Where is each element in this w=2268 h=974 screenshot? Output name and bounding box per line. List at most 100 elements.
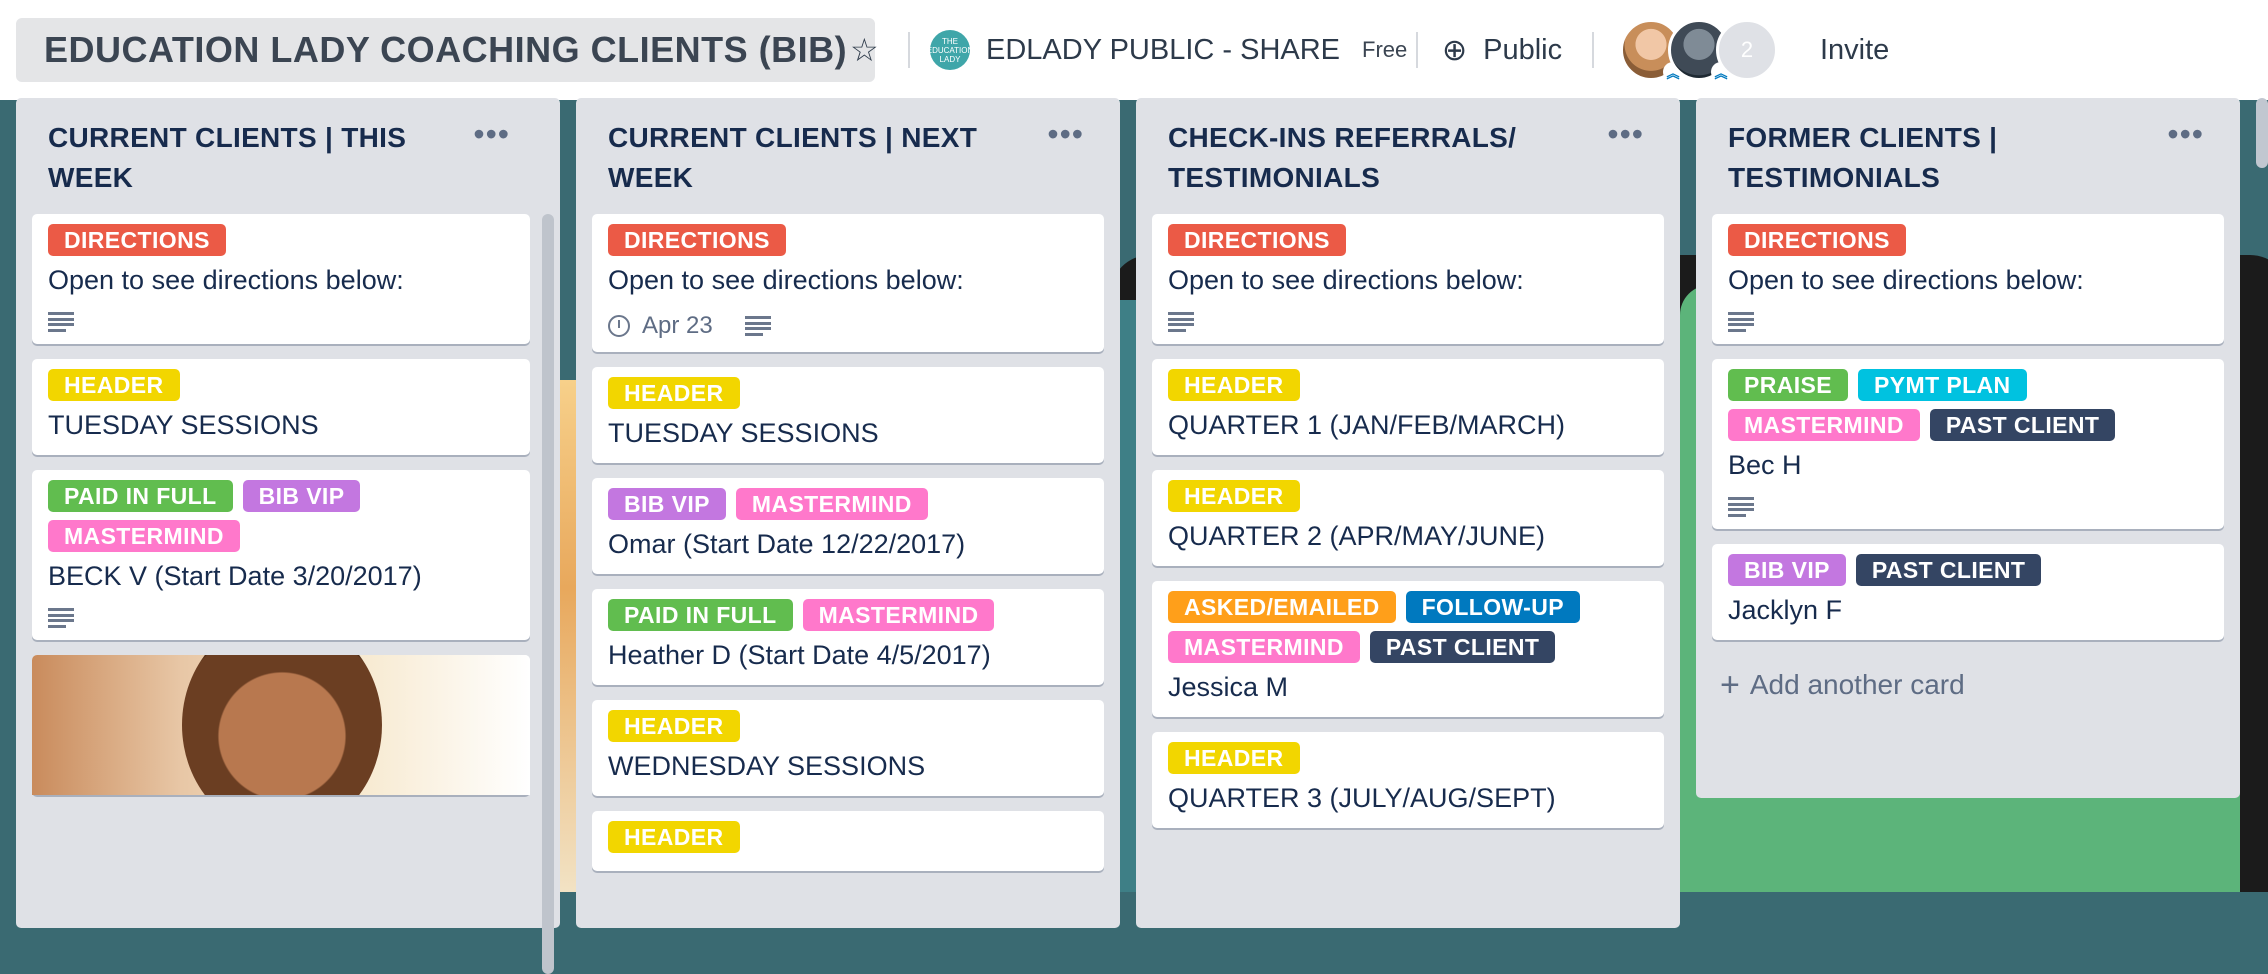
card-labels: PAID IN FULL MASTERMIND	[608, 599, 1088, 631]
list-scrollbar[interactable]	[542, 214, 554, 974]
team-button[interactable]: THE EDUCATION LADY EDLADY PUBLIC - SHARE…	[927, 20, 1407, 80]
card-labels: DIRECTIONS	[608, 224, 1088, 256]
card-label[interactable]: PAST CLIENT	[1855, 554, 2042, 586]
list-title[interactable]: CHECK-INS REFERRALS/ TESTIMONIALS	[1168, 118, 1568, 198]
card-labels: PAID IN FULL BIB VIP MASTERMIND	[48, 480, 514, 552]
card-badges	[48, 608, 514, 628]
card-label[interactable]: MASTERMIND	[1728, 409, 1920, 441]
card-label[interactable]: PAID IN FULL	[48, 480, 233, 512]
board-title[interactable]: EDUCATION LADY COACHING CLIENTS (BIB)	[16, 18, 876, 82]
card-labels: DIRECTIONS	[1168, 224, 1648, 256]
page-scrollbar[interactable]	[2256, 98, 2268, 168]
list-card[interactable]: HEADER QUARTER 3 (JULY/AUG/SEPT)	[1152, 732, 1664, 828]
card-label[interactable]: ASKED/EMAILED	[1168, 591, 1396, 623]
list-card[interactable]: PRAISE PYMT PLAN MASTERMIND PAST CLIENT Bec …	[1712, 359, 2224, 529]
card-title: Heather D (Start Date 4/5/2017)	[608, 640, 991, 670]
card-title: BECK V (Start Date 3/20/2017)	[48, 561, 422, 591]
header-divider	[1592, 32, 1594, 68]
card-label[interactable]: HEADER	[608, 377, 740, 409]
add-card-button[interactable]: + Add another card	[1712, 655, 2224, 715]
list-title[interactable]: CURRENT CLIENTS | THIS WEEK	[48, 118, 448, 198]
list-card[interactable]: DIRECTIONS Open to see directions below: A…	[592, 214, 1104, 352]
list-card[interactable]: ASKED/EMAILED FOLLOW-UP MASTERMIND PAST CLI…	[1152, 581, 1664, 717]
list-title[interactable]: CURRENT CLIENTS | NEXT WEEK	[608, 118, 1008, 198]
card-label[interactable]: BIB VIP	[242, 480, 361, 512]
card-label[interactable]: PAST CLIENT	[1929, 409, 2116, 441]
member-avatars: ︽ ︽ 2	[1620, 19, 1778, 82]
card-title: Bec H	[1728, 450, 1802, 480]
card-label[interactable]: HEADER	[608, 821, 740, 853]
list-header: CURRENT CLIENTS | NEXT WEEK •••	[592, 98, 1104, 214]
card-label[interactable]: PRAISE	[1728, 369, 1849, 401]
due-date-badge[interactable]: Apr 23	[608, 312, 713, 340]
card-labels: PRAISE PYMT PLAN MASTERMIND PAST CLIENT	[1728, 369, 2208, 441]
description-icon	[1168, 312, 1194, 332]
card-label[interactable]: DIRECTIONS	[1728, 224, 1906, 256]
card-title: WEDNESDAY SESSIONS	[608, 751, 926, 781]
card-label[interactable]: DIRECTIONS	[48, 224, 226, 256]
card-label[interactable]: PYMT PLAN	[1858, 369, 2027, 401]
header-divider	[908, 32, 910, 68]
card-label[interactable]: BIB VIP	[608, 488, 726, 520]
card-labels: HEADER	[608, 821, 1088, 853]
card-badges	[48, 312, 514, 332]
list-card[interactable]: HEADER QUARTER 1 (JAN/FEB/MARCH)	[1152, 359, 1664, 455]
card-label[interactable]: HEADER	[608, 710, 740, 742]
more-members-button[interactable]: 2	[1716, 19, 1778, 81]
card-labels: BIB VIP MASTERMIND	[608, 488, 1088, 520]
list-menu-icon[interactable]: •••	[1047, 116, 1084, 153]
list-menu-icon[interactable]: •••	[1607, 116, 1644, 153]
card-label[interactable]: HEADER	[1168, 742, 1300, 774]
visibility-label: Public	[1483, 33, 1563, 66]
card-badges	[1728, 312, 2208, 332]
list-card[interactable]: HEADER QUARTER 2 (APR/MAY/JUNE)	[1152, 470, 1664, 566]
card-title: Open to see directions below:	[1168, 265, 1524, 295]
card-label[interactable]: DIRECTIONS	[608, 224, 786, 256]
card-label[interactable]: DIRECTIONS	[1168, 224, 1346, 256]
list-card[interactable]: DIRECTIONS Open to see directions below:	[1152, 214, 1664, 344]
card-label[interactable]: HEADER	[48, 369, 180, 401]
star-icon[interactable]: ☆	[850, 20, 879, 80]
list-header: CHECK-INS REFERRALS/ TESTIMONIALS •••	[1152, 98, 1664, 214]
header-divider	[1416, 32, 1418, 68]
card-label[interactable]: BIB VIP	[1728, 554, 1846, 586]
list-card[interactable]: HEADER TUESDAY SESSIONS	[592, 367, 1104, 463]
card-label[interactable]: MASTERMIND	[802, 599, 995, 631]
list-column: FORMER CLIENTS | TESTIMONIALS ••• DIRECTIO…	[1696, 98, 2240, 798]
list-card[interactable]: DIRECTIONS Open to see directions below:	[32, 214, 530, 344]
list-card[interactable]: DIRECTIONS Open to see directions below:	[1712, 214, 2224, 344]
visibility-button[interactable]: ⊕ Public	[1442, 20, 1562, 80]
card-label[interactable]: MASTERMIND	[1168, 631, 1360, 663]
card-title: QUARTER 3 (JULY/AUG/SEPT)	[1168, 783, 1556, 813]
card-label[interactable]: FOLLOW-UP	[1405, 591, 1580, 623]
card-label[interactable]: HEADER	[1168, 369, 1300, 401]
team-name: EDLADY PUBLIC - SHARE	[986, 33, 1341, 66]
card-label[interactable]: MASTERMIND	[48, 520, 240, 552]
card-labels: BIB VIP PAST CLIENT	[1728, 554, 2208, 586]
card-cover-image	[32, 655, 530, 795]
card-labels: ASKED/EMAILED FOLLOW-UP MASTERMIND PAST CLI…	[1168, 591, 1648, 663]
card-labels: HEADER	[1168, 480, 1648, 512]
list-column: CHECK-INS REFERRALS/ TESTIMONIALS ••• DIRE…	[1136, 98, 1680, 928]
card-label[interactable]: MASTERMIND	[735, 488, 928, 520]
list-card[interactable]	[32, 655, 530, 795]
list-card[interactable]: PAID IN FULL MASTERMIND Heather D (Start D…	[592, 589, 1104, 685]
list-card[interactable]: HEADER TUESDAY SESSIONS	[32, 359, 530, 455]
invite-button[interactable]: Invite	[1820, 20, 1889, 80]
list-menu-icon[interactable]: •••	[473, 116, 510, 153]
list-card[interactable]: BIB VIP MASTERMIND Omar (Start Date 12/22/…	[592, 478, 1104, 574]
list-card[interactable]: HEADER WEDNESDAY SESSIONS	[592, 700, 1104, 796]
list-menu-icon[interactable]: •••	[2167, 116, 2204, 153]
list-card[interactable]: HEADER	[592, 811, 1104, 871]
list-title[interactable]: FORMER CLIENTS | TESTIMONIALS	[1728, 118, 2128, 198]
card-labels: HEADER	[608, 377, 1088, 409]
plus-icon: +	[1720, 665, 1740, 704]
card-label[interactable]: PAST CLIENT	[1369, 631, 1556, 663]
card-labels: DIRECTIONS	[48, 224, 514, 256]
card-label[interactable]: PAID IN FULL	[608, 599, 793, 631]
description-icon	[48, 608, 74, 628]
list-card[interactable]: BIB VIP PAST CLIENT Jacklyn F	[1712, 544, 2224, 640]
list-card[interactable]: PAID IN FULL BIB VIP MASTERMIND BECK V (Sta…	[32, 470, 530, 640]
card-label[interactable]: HEADER	[1168, 480, 1300, 512]
add-card-label: Add another card	[1749, 669, 1965, 700]
